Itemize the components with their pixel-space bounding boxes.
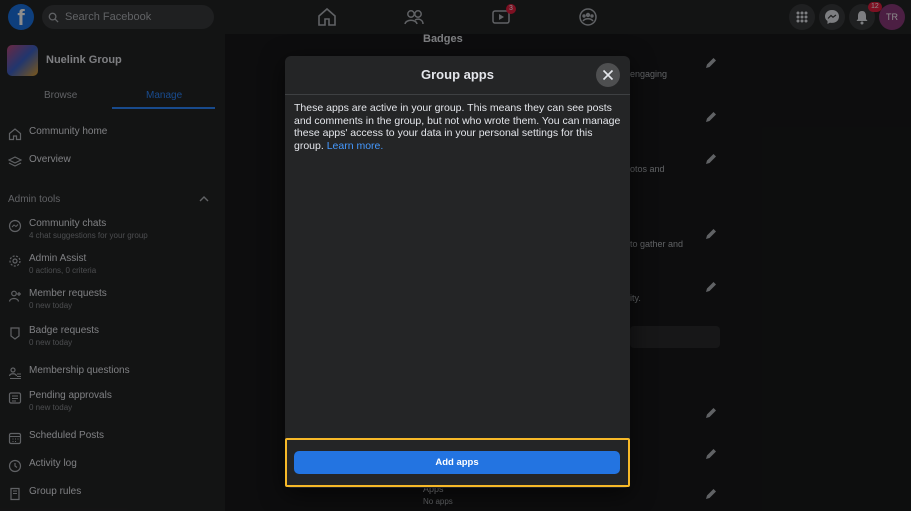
dialog-description: These apps are active in your group. Thi… [294,102,622,152]
group-apps-dialog: Group apps These apps are active in your… [285,56,630,488]
learn-more-link[interactable]: Learn more. [327,140,384,152]
dialog-title: Group apps [421,67,494,82]
add-apps-button[interactable]: Add apps [294,451,620,474]
dialog-divider [285,94,630,95]
close-button[interactable] [596,63,620,87]
close-icon [602,69,614,81]
